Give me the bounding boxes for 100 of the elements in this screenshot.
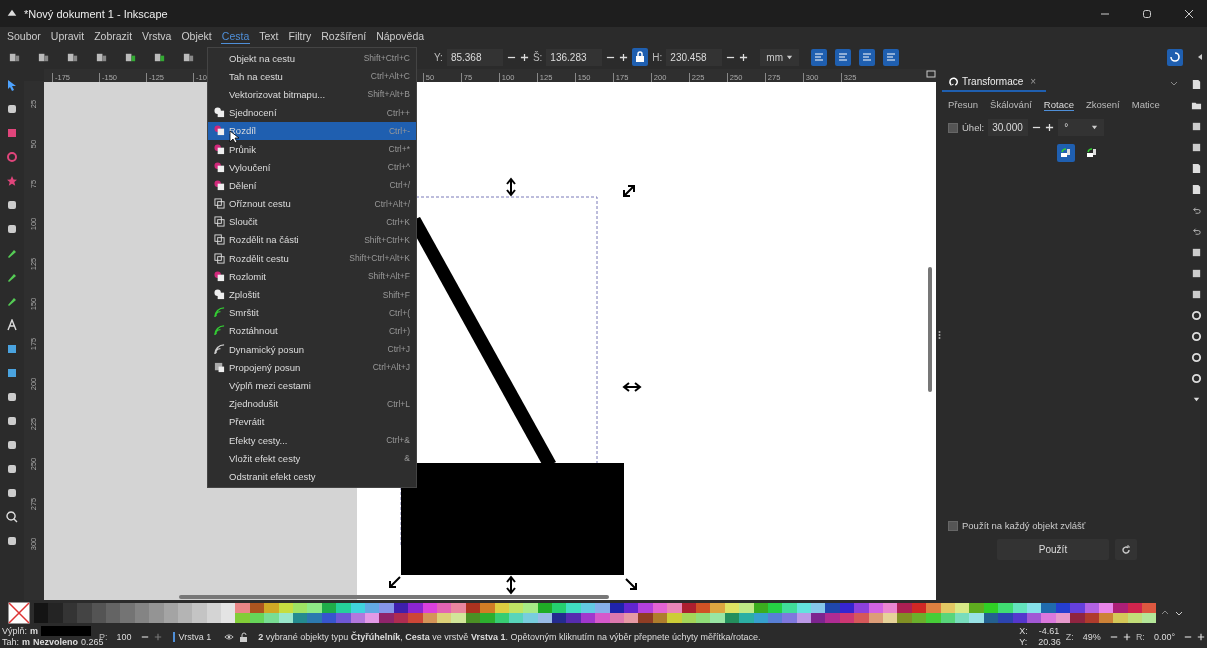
lines-icon: [861, 51, 874, 63]
angle-label: Úhel:: [962, 122, 985, 133]
number-field[interactable]: 85.368: [446, 48, 503, 66]
menu-item[interactable]: Roztáhnout Ctrl+): [208, 321, 416, 340]
lock-button[interactable]: [632, 48, 649, 66]
menu-item[interactable]: Převrátit: [208, 412, 416, 431]
panel-grip-icon[interactable]: [937, 329, 941, 340]
menu-item[interactable]: Objekt: [180, 29, 213, 43]
menu-item[interactable]: Oříznout cestu Ctrl+Alt+/: [208, 194, 416, 213]
doc-icon[interactable]: [1191, 79, 1203, 91]
no-paint-icon[interactable]: [8, 601, 30, 624]
menu-item[interactable]: Nápověda: [375, 29, 426, 43]
unit-dropdown[interactable]: mm: [760, 48, 800, 66]
stroke-value-text: Nezvoleno: [33, 636, 79, 648]
menu-item[interactable]: Průnik Ctrl+*: [208, 139, 416, 159]
menu-item[interactable]: Vyloučení Ctrl+^: [208, 158, 416, 177]
panel-subtab[interactable]: Přesun: [948, 99, 979, 111]
undo-icon[interactable]: [1191, 205, 1203, 217]
lines-icon: [813, 51, 826, 63]
overlapping-squares-icon: [214, 143, 225, 155]
reset-icon: [1121, 544, 1131, 555]
arcs-icon: [214, 307, 225, 319]
scale-handle-icon[interactable]: [625, 578, 637, 590]
menu-item[interactable]: Upravit: [49, 29, 86, 43]
number-field[interactable]: 136.283: [546, 48, 603, 66]
angle-field[interactable]: 30.000: [988, 119, 1029, 136]
opacity-field[interactable]: 100: [112, 631, 136, 642]
arcs-icon: [214, 343, 225, 355]
status-message: 2 vybrané objekty typu Čtyřúhelník, Cesta ve vrstvě Vrstva 1. Opětovným kliknutím na výběr přepnete úchyty měřítka/rotace.: [258, 631, 761, 642]
lock-icon: [635, 51, 646, 63]
transform-option-button[interactable]: [811, 48, 828, 66]
transform-option-button[interactable]: [859, 48, 876, 66]
menu-item[interactable]: Sloučit Ctrl+K: [208, 212, 416, 231]
color-palette[interactable]: [34, 602, 1157, 623]
menu-item[interactable]: Vektorizovat bitmapu... Shift+Alt+B: [208, 85, 416, 104]
menu-item[interactable]: Soubor: [6, 29, 42, 43]
menu-item[interactable]: Zjednodušit Ctrl+L: [208, 394, 416, 413]
menu-item[interactable]: Rozdělit cestu Shift+Ctrl+Alt+K: [208, 249, 416, 268]
apply-each-label: Použít na každý objekt zvlášť: [962, 520, 1086, 531]
zoom-label: Z:: [1065, 631, 1074, 642]
menu-item[interactable]: Výplň mezi cestami: [208, 376, 416, 395]
doc-icon[interactable]: [1191, 184, 1203, 196]
snap-button[interactable]: [1167, 48, 1183, 66]
panel-subtab[interactable]: Škálování: [990, 99, 1032, 111]
redo-icon[interactable]: [1191, 226, 1203, 238]
menu-item[interactable]: Rozdíl Ctrl+-: [208, 121, 416, 140]
number-field[interactable]: 230.458: [666, 48, 723, 66]
lines-icon: [885, 51, 898, 63]
angle-unit-dropdown[interactable]: °: [1058, 119, 1105, 136]
scale-handle-icon[interactable]: [622, 382, 642, 392]
field-label: Y:: [434, 51, 443, 63]
snap-icon: [1169, 51, 1181, 63]
menu-item[interactable]: Dynamický posun Ctrl+J: [208, 340, 416, 359]
relative-checkbox[interactable]: [948, 122, 958, 133]
menu-item[interactable]: Objekt na cestu Shift+Ctrl+C: [208, 49, 416, 68]
menu-item[interactable]: Dělení Ctrl+/: [208, 176, 416, 195]
folder-icon[interactable]: [1191, 100, 1203, 112]
doc-icon[interactable]: [1191, 163, 1203, 175]
menu-item[interactable]: Rozšíření: [320, 29, 368, 43]
fill-swatch[interactable]: [41, 626, 92, 636]
rotation-field[interactable]: 0.00°: [1149, 631, 1179, 642]
menu-item[interactable]: Vložit efekt cesty &: [208, 449, 416, 468]
eye-icon[interactable]: [224, 631, 235, 642]
horizontal-scrollbar[interactable]: [179, 595, 609, 599]
rotation-direction-button[interactable]: [1057, 144, 1075, 162]
close-icon[interactable]: [1183, 7, 1195, 20]
transform-option-button[interactable]: [883, 48, 900, 66]
display-mode-icon[interactable]: [926, 70, 936, 80]
menu-item[interactable]: Propojený posun Ctrl+Alt+J: [208, 358, 416, 377]
overlapping-squares-icon: [214, 107, 225, 119]
menu-item[interactable]: Text: [258, 29, 280, 43]
restore-icon[interactable]: [1141, 7, 1153, 20]
menu-item[interactable]: Rozdělit na části Shift+Ctrl+K: [208, 230, 416, 250]
zoom-field[interactable]: 49%: [1078, 631, 1105, 642]
menu-item[interactable]: Rozlomit Shift+Alt+F: [208, 267, 416, 286]
vertical-scrollbar[interactable]: [928, 267, 932, 392]
apply-button[interactable]: Použít: [997, 539, 1109, 560]
menu-item[interactable]: Filtry: [287, 29, 313, 43]
menu-item[interactable]: Vrstva: [141, 29, 173, 43]
lock-icon[interactable]: [239, 631, 250, 642]
menu-item[interactable]: Odstranit efekt cesty: [208, 467, 416, 486]
panel-subtab[interactable]: Matice: [1131, 99, 1160, 111]
panel-subtab[interactable]: Rotace: [1043, 99, 1074, 111]
menu-item[interactable]: Sjednocení Ctrl++: [208, 103, 416, 122]
scale-handle-icon[interactable]: [506, 575, 516, 595]
menu-item[interactable]: Zploštit Shift+F: [208, 285, 416, 304]
panel-tab[interactable]: Transformace ×: [942, 74, 1047, 92]
y-coordinate: 20.36: [1037, 636, 1061, 648]
menu-item[interactable]: Zobrazit: [93, 29, 134, 43]
menu-item[interactable]: Cesta: [220, 28, 251, 44]
reset-button[interactable]: [1115, 539, 1137, 560]
apply-each-checkbox[interactable]: [948, 520, 958, 531]
scale-handle-icon[interactable]: [506, 177, 516, 197]
panel-subtab[interactable]: Zkosení: [1085, 99, 1120, 111]
menu-item[interactable]: Smrštit Ctrl+(: [208, 303, 416, 322]
menu-item[interactable]: Efekty cesty... Ctrl+&: [208, 430, 416, 450]
scale-handle-icon[interactable]: [623, 185, 635, 197]
transform-option-button[interactable]: [835, 48, 852, 66]
layer-dropdown[interactable]: Vrstva 1: [172, 631, 212, 642]
scale-handle-icon[interactable]: [389, 576, 401, 588]
